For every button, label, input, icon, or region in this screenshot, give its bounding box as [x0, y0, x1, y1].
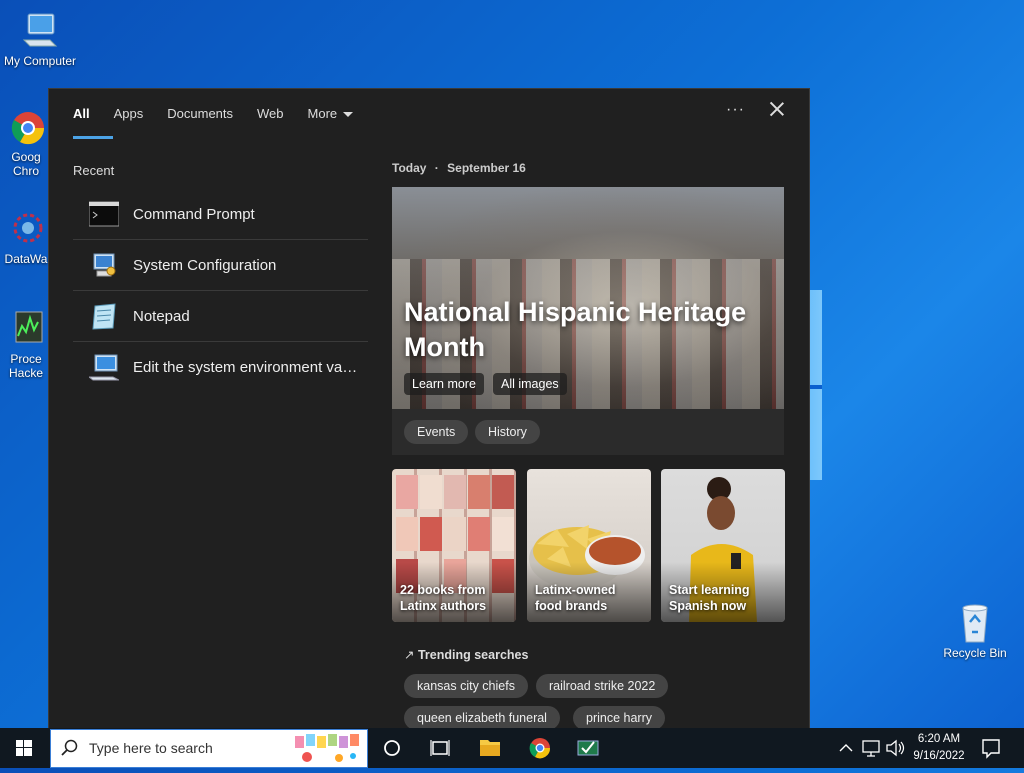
recent-item-label: System Configuration — [133, 256, 277, 274]
book-cover — [420, 517, 442, 551]
tab-web[interactable]: Web — [245, 89, 296, 139]
all-images-button[interactable]: All images — [493, 373, 567, 395]
search-tabs: All Apps Documents Web More — [49, 89, 809, 139]
search-icon — [61, 739, 78, 756]
recent-item-notepad[interactable]: Notepad — [73, 291, 368, 342]
trending-chip[interactable]: queen elizabeth funeral — [404, 706, 560, 730]
windows-logo-icon — [16, 740, 32, 756]
desktop-icon-recycle-bin[interactable]: Recycle Bin — [935, 602, 1015, 660]
desktop-icon-label: My Computer — [3, 54, 77, 68]
taskbar: 6:20 AM 9/16/2022 — [0, 728, 1024, 768]
card-caption: Latinx-owned food brands — [535, 583, 616, 613]
recent-item-label: Notepad — [133, 307, 190, 325]
trending-title: ↗ Trending searches — [404, 648, 529, 662]
recent-item-label: Command Prompt — [133, 205, 255, 223]
network-icon — [862, 740, 880, 757]
recent-list: Command Prompt System Configuration Note… — [73, 189, 368, 392]
book-cover — [468, 517, 490, 551]
chevron-up-icon — [839, 744, 853, 752]
command-prompt-icon — [88, 200, 120, 228]
trending-arrow-icon: ↗ — [404, 648, 415, 662]
more-options-icon[interactable]: ··· — [726, 101, 745, 119]
card-caption: Start learning Spanish now — [669, 583, 750, 613]
search-input[interactable] — [87, 739, 291, 757]
chip-history[interactable]: History — [475, 420, 540, 444]
notification-icon — [982, 739, 1000, 759]
desktop-icon-label: Recycle Bin — [943, 646, 1007, 660]
recent-item-command-prompt[interactable]: Command Prompt — [73, 189, 368, 240]
close-icon[interactable] — [767, 99, 787, 119]
volume-button[interactable] — [884, 728, 908, 768]
monitor-check-icon — [577, 740, 599, 756]
book-cover — [396, 475, 418, 509]
tab-all[interactable]: All — [61, 89, 113, 139]
action-center-button[interactable] — [976, 728, 1024, 768]
recent-item-label: Edit the system environment vari... — [133, 358, 361, 376]
trending-chip[interactable]: kansas city chiefs — [404, 674, 528, 698]
speaker-icon — [886, 739, 905, 757]
search-panel: All Apps Documents Web More ··· Recent C… — [48, 88, 810, 730]
book-cover — [396, 517, 418, 551]
datawag-icon — [6, 208, 46, 248]
book-cover — [444, 517, 466, 551]
hero-title: National Hispanic Heritage Month — [404, 297, 747, 362]
tab-documents[interactable]: Documents — [155, 89, 245, 139]
card-caption: 22 books from Latinx authors — [400, 583, 487, 613]
file-explorer-icon — [480, 740, 500, 756]
system-configuration-icon — [89, 251, 119, 279]
desktop-icon-my-computer[interactable]: My Computer — [0, 10, 80, 68]
task-view-button[interactable] — [416, 728, 464, 768]
clock-time: 6:20 AM — [917, 733, 961, 745]
book-cover — [444, 475, 466, 509]
chevron-down-icon — [343, 112, 354, 118]
trending-chip[interactable]: prince harry — [573, 706, 665, 730]
tab-more[interactable]: More — [296, 89, 366, 139]
recent-title: Recent — [73, 163, 115, 178]
file-explorer-button[interactable] — [466, 728, 514, 768]
chrome-taskbar-button[interactable] — [516, 728, 564, 768]
trending-chip[interactable]: railroad strike 2022 — [536, 674, 669, 698]
clock-date: 9/16/2022 — [913, 750, 965, 762]
app-taskbar-button[interactable] — [564, 728, 612, 768]
process-hacker-icon — [6, 308, 46, 348]
chip-events[interactable]: Events — [404, 420, 469, 444]
task-view-icon — [430, 740, 450, 756]
search-highlight-image — [295, 734, 359, 762]
book-cover — [492, 475, 514, 509]
card-books[interactable]: 22 books from Latinx authors — [392, 469, 516, 622]
recent-item-system-configuration[interactable]: System Configuration — [73, 240, 368, 291]
card-food-brands[interactable]: Latinx-owned food brands — [527, 469, 651, 622]
chrome-icon — [6, 106, 46, 146]
card-spanish[interactable]: Start learning Spanish now — [661, 469, 785, 622]
cortana-icon — [384, 740, 400, 756]
book-cover — [420, 475, 442, 509]
chrome-icon — [529, 738, 551, 759]
cortana-button[interactable] — [368, 728, 416, 768]
system-properties-icon — [87, 353, 120, 381]
notepad-icon — [89, 302, 119, 330]
book-cover — [468, 475, 490, 509]
network-button[interactable] — [860, 728, 884, 768]
computer-icon — [20, 10, 60, 50]
tab-apps[interactable]: Apps — [102, 89, 156, 139]
taskbar-search-box[interactable] — [50, 729, 368, 768]
book-cover — [492, 517, 514, 551]
recycle-bin-icon — [955, 602, 995, 643]
recent-item-environment-variables[interactable]: Edit the system environment vari... — [73, 342, 368, 392]
learn-more-button[interactable]: Learn more — [404, 373, 484, 395]
show-hidden-icons-button[interactable] — [836, 728, 856, 768]
start-button[interactable] — [0, 728, 48, 768]
today-header: Today · September 16 — [392, 161, 526, 175]
clock[interactable]: 6:20 AM 9/16/2022 — [906, 731, 972, 765]
